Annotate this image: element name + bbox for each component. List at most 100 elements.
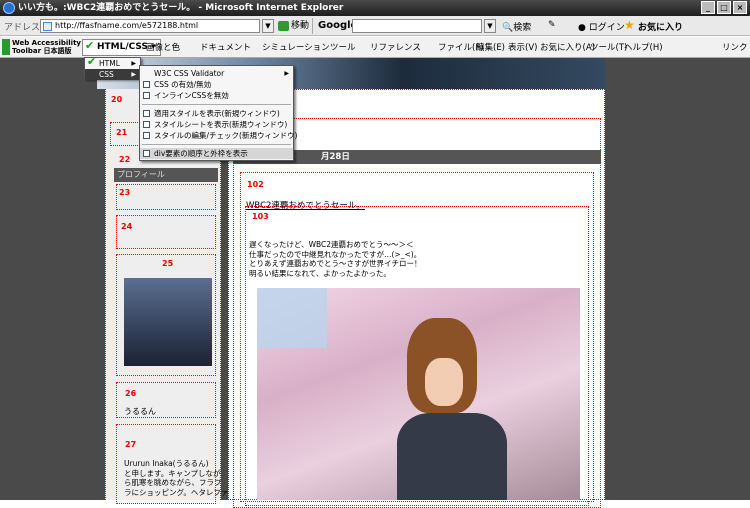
- wrench-icon[interactable]: ✎: [548, 20, 556, 30]
- menu-item-label: W3C CSS Validator: [154, 69, 225, 78]
- google-search-button[interactable]: 🔍検索: [502, 20, 531, 33]
- div-outline: [116, 215, 216, 249]
- separator: [312, 18, 313, 34]
- menu-item-html[interactable]: ✔ HTML ▶: [85, 55, 140, 69]
- post-body-line: とりあえず連覇おめでとう～さすが世界イチロー！: [249, 259, 422, 268]
- accessibility-toolbar: Web Accessibility Toolbar 日本語版 ✔ HTML/CSS…: [0, 37, 750, 58]
- toolbar-item[interactable]: シミュレーション: [262, 41, 330, 53]
- go-button[interactable]: 移動: [278, 19, 309, 33]
- google-search-dropdown[interactable]: ▼: [484, 19, 496, 33]
- wat-logo-icon: [2, 39, 10, 55]
- submenu-arrow-icon: ▶: [131, 71, 136, 78]
- toolbar-item[interactable]: 編集(E): [476, 41, 505, 53]
- menu-item-label: インラインCSSを無効: [154, 91, 229, 100]
- menu-item-label: CSS: [99, 70, 114, 79]
- photo-face: [425, 358, 463, 406]
- post-body-line: 明るい結果になれて、よかったよかった。: [249, 268, 391, 278]
- menu-item-disable-inline-css[interactable]: インラインCSSを無効: [140, 90, 293, 101]
- menu-item-edit-styles[interactable]: スタイルの編集/チェック(新規ウィンドウ): [140, 130, 297, 141]
- window-title-bar: いい方も。:WBC2連覇おめでとうセール。 - Microsoft Intern…: [0, 0, 750, 16]
- bio-line: ら肌寒を眺めながら、フラフ: [124, 478, 222, 487]
- address-bar: アドレス(D) http://ffasfname.com/e572188.htm…: [0, 16, 750, 36]
- google-search-input[interactable]: [352, 19, 482, 33]
- region-number: 103: [252, 212, 269, 221]
- toolbar-item[interactable]: ツール(T): [590, 41, 627, 53]
- menu-item-show-stylesheet[interactable]: スタイルシートを表示(新規ウィンドウ): [140, 119, 293, 130]
- region-number: 27: [125, 440, 137, 449]
- favorites-label: お気に入り: [638, 23, 684, 33]
- login-button[interactable]: ● ログイン: [578, 20, 625, 33]
- login-label: ログイン: [588, 23, 625, 33]
- menu-item-label: div要素の順序と外枠を表示: [154, 149, 248, 158]
- search-label: 検索: [513, 23, 532, 33]
- maximize-button[interactable]: □: [717, 1, 731, 14]
- photo-kimono: [397, 413, 507, 500]
- new-window-icon: [143, 132, 150, 139]
- post-body: 遅くなったけど、WBC2連覇おめでとう～～＞＜ 仕事だったので中継見れなかったで…: [249, 240, 422, 278]
- region-number: 102: [247, 180, 264, 189]
- page-icon: [43, 22, 52, 31]
- region-number: 26: [125, 389, 137, 398]
- go-label: 移動: [291, 21, 310, 31]
- address-dropdown-button[interactable]: ▼: [262, 19, 274, 33]
- post-photo: [257, 288, 580, 500]
- region-number: 24: [121, 222, 133, 231]
- menu-separator: [142, 104, 291, 105]
- menu-item-label: スタイルの編集/チェック(新規ウィンドウ): [154, 131, 298, 140]
- author-name[interactable]: うるるん: [124, 406, 156, 417]
- menu-item-label: CSS の有効/無効: [154, 80, 212, 89]
- menu-separator: [142, 144, 291, 145]
- toolbar-item[interactable]: ツール: [330, 41, 356, 53]
- menu-item-label: スタイルシートを表示(新規ウィンドウ): [154, 120, 288, 129]
- check-icon: ✔: [87, 55, 97, 68]
- post-title-link[interactable]: WBC2連覇おめでとうセール。: [246, 199, 365, 211]
- bio-line: と申します。キャンプしなが: [124, 468, 221, 478]
- photo-sky: [257, 288, 327, 348]
- author-bio: Ururun Inaka(うるるん) と申します。キャンプしなが ら肌寒を眺めな…: [124, 459, 228, 497]
- post-body-line: 仕事だったので中継見れなかったですが…(>_<)。: [249, 249, 422, 259]
- toolbar-item[interactable]: リンク: [722, 41, 748, 53]
- menu-item-show-applied-styles[interactable]: 適用スタイルを表示(新規ウィンドウ): [140, 108, 293, 119]
- div-outline-icon: [143, 150, 150, 157]
- menu-item-show-div-order[interactable]: div要素の順序と外枠を表示: [140, 148, 293, 159]
- menu-item-css[interactable]: CSS ▶: [85, 69, 140, 80]
- region-number: 22: [119, 155, 131, 164]
- toolbar-item[interactable]: お気に入り(A): [540, 41, 595, 53]
- menu-item-label: 適用スタイルを表示(新規ウィンドウ): [154, 109, 280, 118]
- toolbar-item[interactable]: ヘルプ(H): [624, 41, 663, 53]
- toolbar-item[interactable]: リファレンス: [370, 41, 421, 53]
- submenu-arrow-icon: ▶: [131, 60, 136, 67]
- region-number: 23: [119, 188, 131, 197]
- minimize-button[interactable]: _: [701, 1, 715, 14]
- toolbar-item[interactable]: ドキュメント: [200, 41, 251, 53]
- profile-header: プロフィール: [114, 168, 218, 182]
- close-button[interactable]: ×: [733, 1, 747, 14]
- post-body-line: 遅くなったけど、WBC2連覇おめでとう～～＞＜: [249, 240, 414, 249]
- css-icon: [143, 81, 150, 88]
- wat-title: Web Accessibility Toolbar 日本語版: [12, 39, 81, 55]
- wat-title-line1: Web Accessibility: [12, 39, 81, 47]
- htmlcss-dropdown-menu: ✔ HTML ▶ CSS ▶: [84, 55, 141, 80]
- toolbar-item[interactable]: 表示(V): [508, 41, 537, 53]
- htmlcss-label: HTML/CSS: [97, 42, 148, 52]
- div-outline: [116, 184, 216, 210]
- region-number: 20: [111, 95, 123, 104]
- check-icon: ✔: [85, 39, 95, 52]
- favorites-button[interactable]: ★ お気に入り: [624, 18, 684, 33]
- css-submenu: W3C CSS Validator ▶ CSS の有効/無効 インラインCSSを無…: [139, 65, 297, 161]
- submenu-arrow-icon: ▶: [284, 70, 289, 77]
- toolbar-item[interactable]: 画像と色: [146, 41, 180, 53]
- window-title: いい方も。:WBC2連覇おめでとうセール。 - Microsoft Intern…: [18, 3, 344, 13]
- address-url: http://ffasfname.com/e572188.html: [55, 21, 199, 30]
- bio-line: ラにショッピング。ヘタレファ: [124, 487, 229, 497]
- star-icon: ★: [624, 18, 635, 32]
- profile-photo: [124, 278, 212, 366]
- ie-logo-icon: [3, 2, 15, 14]
- menu-item-w3c-css-validator[interactable]: W3C CSS Validator ▶: [140, 68, 293, 79]
- new-window-icon: [143, 110, 150, 117]
- address-input[interactable]: http://ffasfname.com/e572188.html: [40, 19, 260, 33]
- menu-item-toggle-css[interactable]: CSS の有効/無効: [140, 79, 293, 90]
- region-number: 21: [116, 128, 128, 137]
- bio-line: Ururun Inaka(うるるん): [124, 459, 209, 468]
- region-number: 25: [162, 259, 174, 268]
